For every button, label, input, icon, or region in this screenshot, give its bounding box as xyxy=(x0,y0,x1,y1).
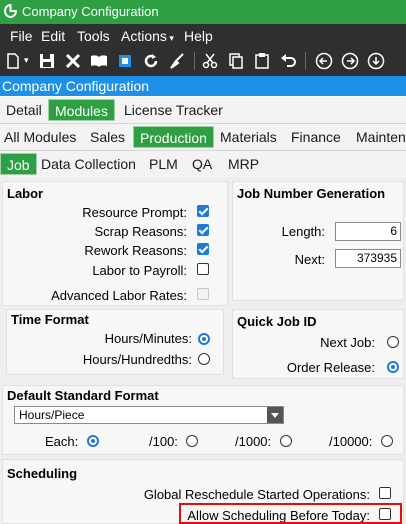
scrap-reasons-checkbox[interactable] xyxy=(197,224,209,236)
next-job-label: Next Job: xyxy=(320,335,375,350)
tab-data-collection[interactable]: Data Collection xyxy=(35,153,142,175)
menu-tools[interactable]: Tools xyxy=(77,28,110,44)
length-label: Length: xyxy=(281,224,325,239)
tab-materials[interactable]: Materials xyxy=(214,126,283,148)
per-100-label: /100: xyxy=(149,434,178,449)
tab-finance[interactable]: Finance xyxy=(285,126,347,148)
toolbar-separator xyxy=(194,52,195,70)
menu-edit[interactable]: Edit xyxy=(41,28,65,44)
resource-prompt-checkbox[interactable] xyxy=(197,205,209,217)
each-label: Each: xyxy=(45,434,79,449)
scheduling-title: Scheduling xyxy=(7,466,78,481)
window-title: Company Configuration xyxy=(22,4,159,19)
paste-icon[interactable] xyxy=(251,50,273,72)
menu-help[interactable]: Help xyxy=(184,28,213,44)
hours-hundredths-radio[interactable] xyxy=(198,353,210,365)
hours-minutes-label: Hours/Minutes: xyxy=(104,331,192,346)
next-job-number-input[interactable]: 373935 xyxy=(335,249,401,268)
new-icon[interactable] xyxy=(2,50,24,72)
forward-icon[interactable] xyxy=(339,50,361,72)
app-icon xyxy=(4,4,17,18)
rework-reasons-checkbox[interactable] xyxy=(197,243,209,255)
quick-job-title: Quick Job ID xyxy=(237,314,317,329)
clear-icon[interactable] xyxy=(166,50,188,72)
tab-license-tracker[interactable]: License Tracker xyxy=(118,99,229,121)
undo-icon[interactable] xyxy=(277,50,299,72)
toolbar: ▾ xyxy=(0,46,406,76)
std-format-value: Hours/Piece xyxy=(19,408,85,422)
tab-row-production: Job Data Collection PLM QA MRP xyxy=(0,151,406,178)
job-number-panel: Job Number Generation Length: 6 Next: 37… xyxy=(232,181,404,301)
tab-row-modules: All Modules Sales Production Materials F… xyxy=(0,124,406,151)
job-number-title: Job Number Generation xyxy=(237,186,386,201)
labor-title: Labor xyxy=(7,186,44,201)
menu-actions[interactable]: Actions ▾ xyxy=(121,28,174,44)
labor-to-payroll-checkbox[interactable] xyxy=(197,263,209,275)
open-book-icon[interactable] xyxy=(88,50,110,72)
per-10000-label: /10000: xyxy=(329,434,373,449)
hours-minutes-radio[interactable] xyxy=(198,333,210,345)
labor-panel: Labor Resource Prompt: Scrap Reasons: Re… xyxy=(2,181,228,306)
delete-icon[interactable] xyxy=(62,50,84,72)
labor-to-payroll-label: Labor to Payroll: xyxy=(92,263,187,278)
tab-job[interactable]: Job xyxy=(0,153,37,175)
menu-bar: File Edit Tools Actions ▾ Help xyxy=(0,24,406,46)
order-release-label: Order Release: xyxy=(286,360,375,375)
advanced-labor-rates-label: Advanced Labor Rates: xyxy=(51,288,187,303)
menu-file[interactable]: File xyxy=(10,28,33,44)
hours-hundredths-label: Hours/Hundredths: xyxy=(82,352,192,367)
tab-sales[interactable]: Sales xyxy=(84,126,131,148)
tab-all-modules[interactable]: All Modules xyxy=(0,126,82,148)
per-1000-label: /1000: xyxy=(235,434,272,449)
per-10000-radio[interactable] xyxy=(381,435,393,447)
save-icon[interactable] xyxy=(36,50,58,72)
tree-header[interactable]: Company Configuration xyxy=(0,76,406,96)
cut-icon[interactable] xyxy=(199,50,221,72)
tab-plm[interactable]: PLM xyxy=(143,153,184,175)
scrap-reasons-label: Scrap Reasons: xyxy=(94,224,188,239)
next-label: Next: xyxy=(294,252,325,267)
advanced-labor-rates-checkbox[interactable] xyxy=(197,288,209,300)
tab-mrp[interactable]: MRP xyxy=(222,153,265,175)
new-dropdown-icon[interactable]: ▾ xyxy=(24,55,29,66)
toolbar-separator xyxy=(305,52,306,70)
down-icon[interactable] xyxy=(365,50,387,72)
title-bar: Company Configuration xyxy=(0,0,406,24)
dropdown-arrow-icon: ▾ xyxy=(166,33,174,43)
tab-detail[interactable]: Detail xyxy=(0,99,48,121)
chevron-down-icon[interactable] xyxy=(267,407,283,423)
tab-maintenance[interactable]: Maintena xyxy=(350,126,406,148)
order-release-radio[interactable] xyxy=(387,361,399,373)
next-job-radio[interactable] xyxy=(387,336,399,348)
time-format-panel: Time Format Hours/Minutes: Hours/Hundred… xyxy=(6,309,224,375)
quick-job-panel: Quick Job ID Next Job: Order Release: xyxy=(232,309,404,379)
std-format-dropdown[interactable]: Hours/Piece xyxy=(14,406,284,424)
per-1000-radio[interactable] xyxy=(280,435,292,447)
copy-icon[interactable] xyxy=(225,50,247,72)
per-100-radio[interactable] xyxy=(186,435,198,447)
time-format-title: Time Format xyxy=(11,312,89,327)
refresh-icon[interactable] xyxy=(140,50,162,72)
tree-header-label: Company Configuration xyxy=(2,78,150,94)
attach-icon[interactable] xyxy=(114,50,136,72)
std-format-title: Default Standard Format xyxy=(7,388,159,403)
tab-qa[interactable]: QA xyxy=(186,153,218,175)
length-input[interactable]: 6 xyxy=(335,222,401,241)
rework-reasons-label: Rework Reasons: xyxy=(84,243,187,258)
global-reschedule-checkbox[interactable] xyxy=(379,487,391,499)
resource-prompt-label: Resource Prompt: xyxy=(82,205,187,220)
back-icon[interactable] xyxy=(313,50,335,72)
std-format-panel: Default Standard Format Hours/Piece Each… xyxy=(2,385,404,455)
each-radio[interactable] xyxy=(87,435,99,447)
tab-modules[interactable]: Modules xyxy=(48,99,115,121)
tab-row-top: Detail Modules License Tracker xyxy=(0,97,406,124)
highlight-box xyxy=(179,503,402,524)
global-reschedule-label: Global Reschedule Started Operations: xyxy=(143,487,370,502)
tab-production[interactable]: Production xyxy=(133,126,214,148)
